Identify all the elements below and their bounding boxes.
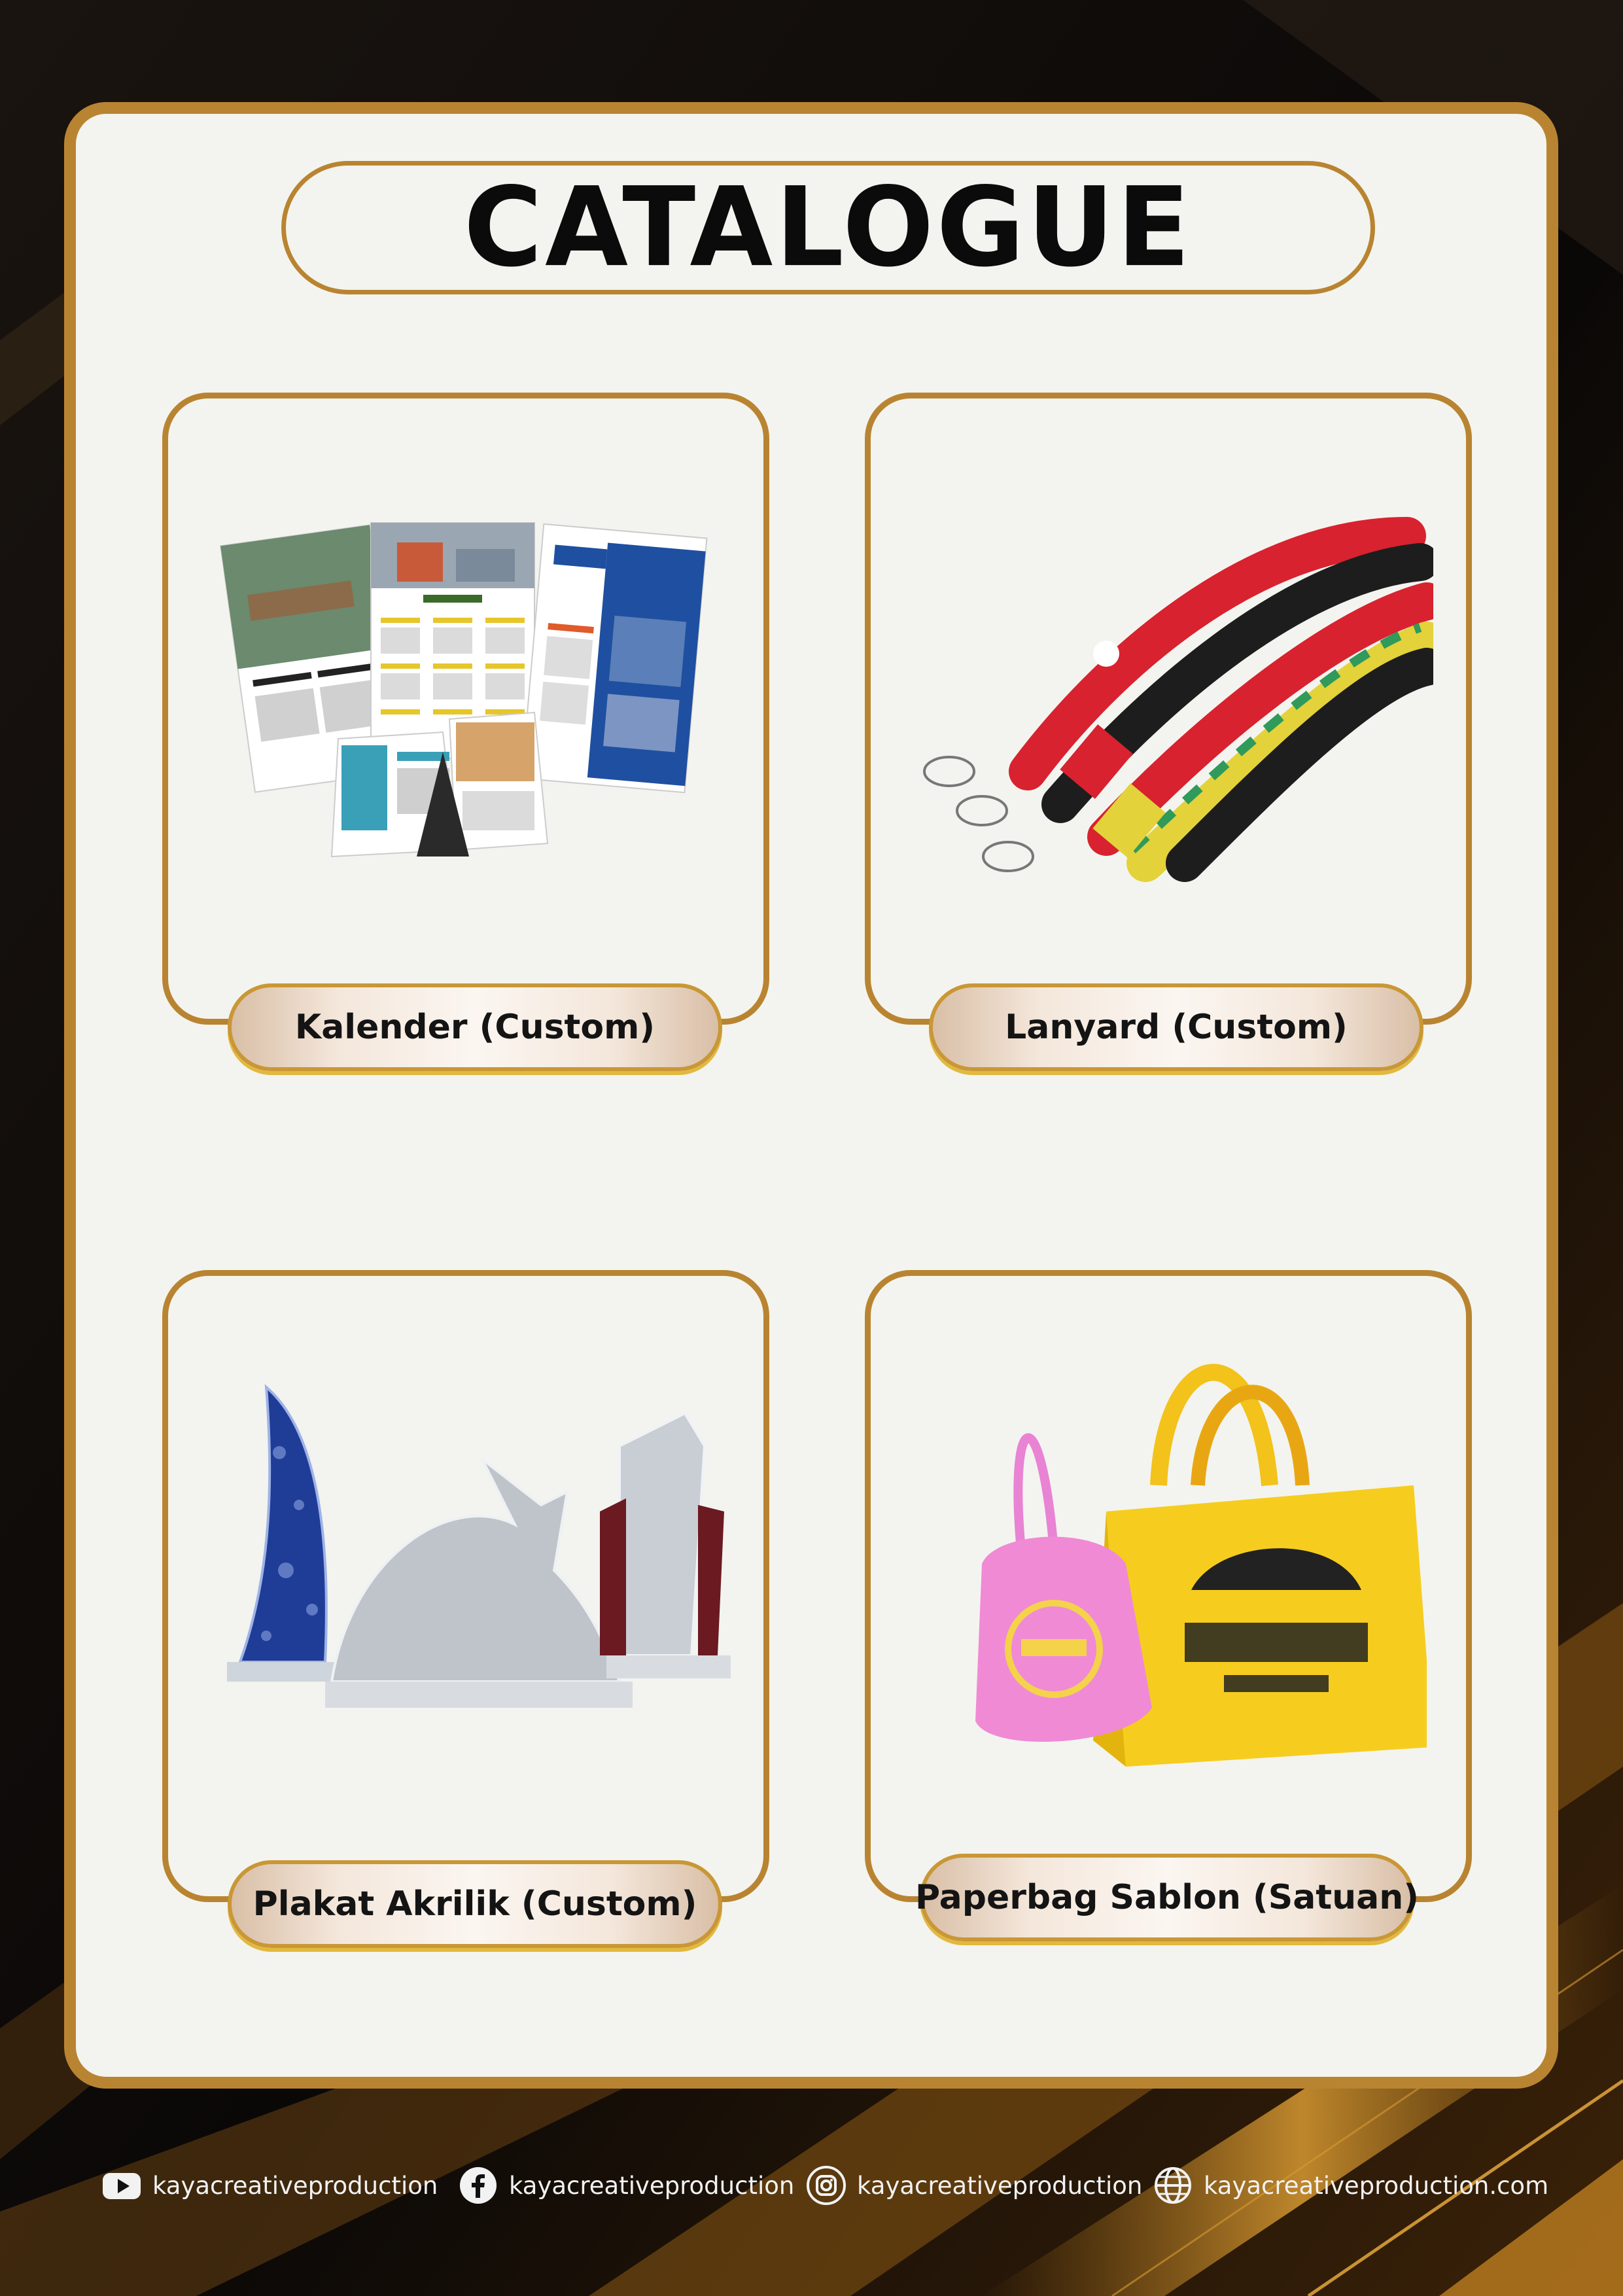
instagram-icon	[807, 2166, 846, 2205]
calendar-products-image	[219, 522, 708, 858]
footer-website[interactable]: kayacreativeproduction.com	[1153, 2163, 1548, 2208]
page-title: CATALOGUE	[463, 164, 1193, 291]
product-label-kalender[interactable]: Kalender (Custom)	[228, 983, 722, 1071]
product-card-lanyard[interactable]	[865, 393, 1472, 1025]
paperbag-image	[975, 1364, 1427, 1767]
acrylic-plaque-image	[227, 1384, 731, 1708]
product-card-paperbag[interactable]	[865, 1270, 1472, 1902]
footer-instagram[interactable]: kayacreativeproduction	[806, 2163, 1142, 2208]
product-card-kalender[interactable]	[162, 393, 769, 1025]
facebook-icon	[460, 2167, 497, 2204]
product-label-paperbag[interactable]: Paperbag Sablon (Satuan)	[915, 1854, 1419, 1941]
footer-youtube[interactable]: kayacreativeproduction	[101, 2163, 438, 2208]
footer-website-text: kayacreativeproduction.com	[1204, 2171, 1549, 2200]
product-card-plakat-akrilik[interactable]	[162, 1270, 769, 1902]
youtube-icon	[103, 2173, 141, 2199]
product-label-lanyard[interactable]: Lanyard (Custom)	[929, 983, 1423, 1071]
product-label-plakat-akrilik[interactable]: Plakat Akrilik (Custom)	[228, 1860, 722, 1948]
lanyard-products-image	[923, 517, 1433, 882]
footer-facebook-text: kayacreativeproduction	[509, 2171, 795, 2200]
title-banner: CATALOGUE	[281, 161, 1375, 294]
globe-icon	[1155, 2167, 1191, 2204]
footer-youtube-text: kayacreativeproduction	[152, 2171, 438, 2200]
footer-instagram-text: kayacreativeproduction	[857, 2171, 1143, 2200]
footer-facebook[interactable]: kayacreativeproduction	[458, 2163, 794, 2208]
